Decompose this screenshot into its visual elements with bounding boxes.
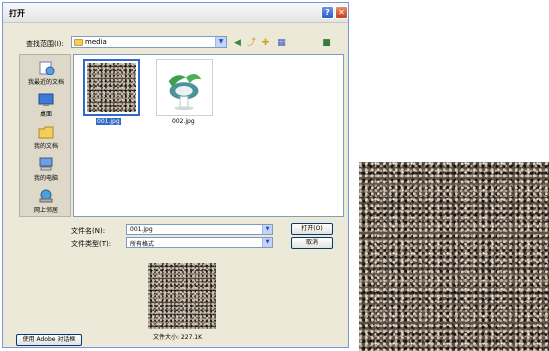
open-button[interactable]: 打开(O) xyxy=(291,223,333,235)
filename-field[interactable]: 001.jpg ▼ xyxy=(126,224,273,235)
desktop-icon xyxy=(38,93,54,106)
help-button[interactable]: ? xyxy=(321,6,334,19)
file-list: 001.jpg 002.jpg xyxy=(73,54,344,217)
place-label: 我的电脑 xyxy=(33,175,58,182)
granite-texture-image xyxy=(87,63,136,112)
look-in-value: media xyxy=(85,38,107,46)
places-bar: 我最近的文档 桌面 我的文档 我的电脑 网上邻居 xyxy=(19,54,71,217)
close-button[interactable]: ✕ xyxy=(335,6,348,19)
look-in-label: 查找范围(I): xyxy=(26,40,64,48)
bridge-icon[interactable]: ■ xyxy=(321,38,332,49)
filetype-dropdown[interactable]: 所有格式 ▼ xyxy=(126,237,273,248)
use-adobe-dialog-button[interactable]: 使用 Adobe 对话框 xyxy=(16,334,82,346)
place-network[interactable]: 网上邻居 xyxy=(20,189,72,214)
place-label: 我的文档 xyxy=(33,143,58,150)
open-dialog: 打开 ? ✕ 查找范围(I): media ▼ ◀ ⤴ ✚ ▦ ■ 我最近的文档… xyxy=(2,2,349,348)
preview-image xyxy=(148,263,216,329)
place-desktop[interactable]: 桌面 xyxy=(20,93,72,118)
granite-texture-preview-image xyxy=(359,162,549,351)
dialog-title: 打开 xyxy=(9,9,25,18)
chevron-down-icon[interactable]: ▼ xyxy=(262,225,272,234)
file-thumbnail[interactable] xyxy=(83,59,140,116)
view-menu-icon[interactable]: ▦ xyxy=(276,38,287,49)
my-documents-icon xyxy=(38,126,54,139)
file-name[interactable]: 001.jpg xyxy=(96,118,121,125)
filetype-value: 所有格式 xyxy=(130,241,155,248)
folder-icon xyxy=(74,39,83,46)
file-size-text: 文件大小: 227.1K xyxy=(153,334,203,341)
filetype-label: 文件类型(T): xyxy=(71,240,112,248)
place-label: 网上邻居 xyxy=(33,207,58,214)
place-my-documents[interactable]: 我的文档 xyxy=(20,125,72,150)
filename-label: 文件名(N): xyxy=(71,227,106,235)
chevron-down-icon[interactable]: ▼ xyxy=(262,238,272,247)
look-in-dropdown[interactable]: media ▼ xyxy=(71,36,227,48)
place-my-computer[interactable]: 我的电脑 xyxy=(20,157,72,182)
title-bar[interactable]: 打开 ? ✕ xyxy=(3,3,348,23)
cancel-button[interactable]: 取消 xyxy=(291,237,333,249)
recent-documents-icon xyxy=(39,61,55,75)
file-name[interactable]: 002.jpg xyxy=(172,118,195,125)
chevron-down-icon[interactable]: ▼ xyxy=(215,37,226,47)
new-folder-icon[interactable]: ✚ xyxy=(260,38,271,49)
place-recent-documents[interactable]: 我最近的文档 xyxy=(20,61,72,86)
up-folder-icon[interactable]: ⤴ xyxy=(246,38,257,49)
network-places-icon xyxy=(39,189,53,203)
granite-texture-image xyxy=(148,263,216,329)
file-thumbnail[interactable] xyxy=(156,59,213,116)
plant-vase-image xyxy=(168,73,202,111)
place-label: 我最近的文档 xyxy=(27,79,64,86)
place-label: 桌面 xyxy=(39,111,52,118)
filename-value: 001.jpg xyxy=(130,226,153,233)
my-computer-icon xyxy=(39,157,53,171)
back-icon[interactable]: ◀ xyxy=(232,38,243,49)
